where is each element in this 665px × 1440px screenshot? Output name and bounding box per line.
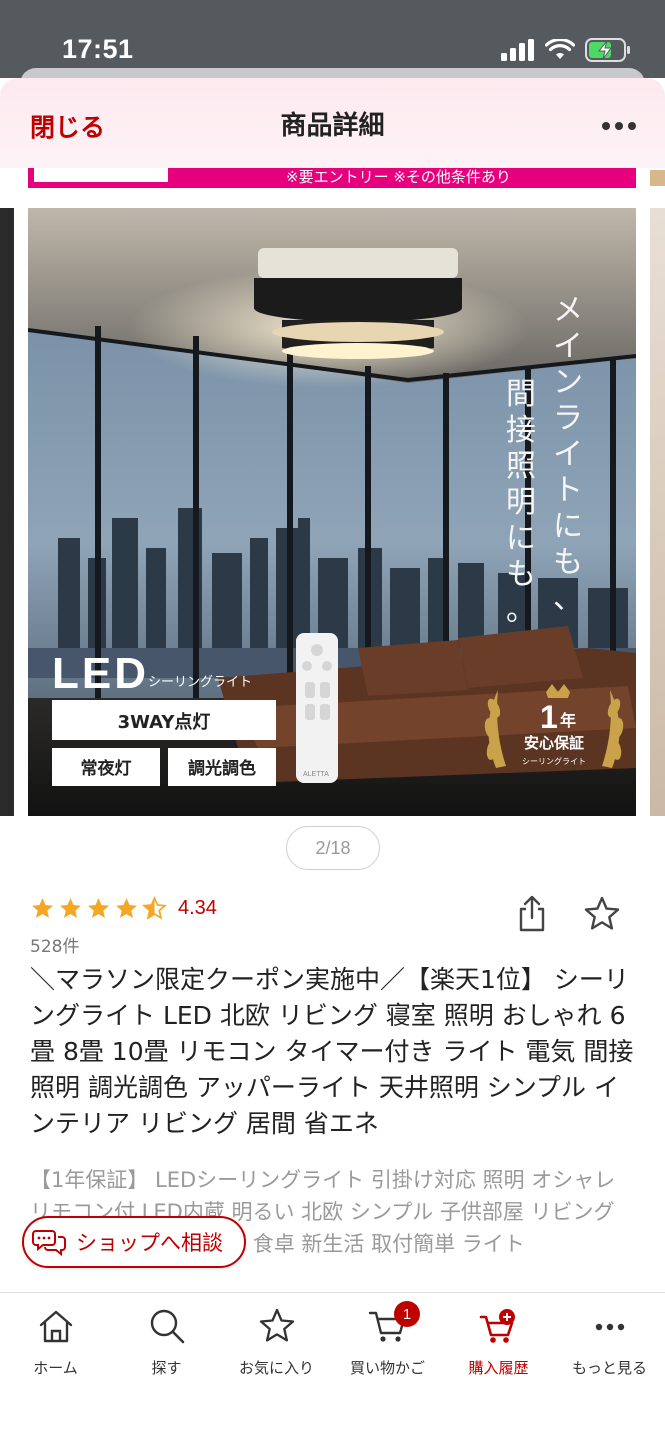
more-options-button[interactable]: [597, 104, 641, 148]
dot-icon: [602, 122, 610, 130]
svg-text:明: 明: [506, 485, 536, 520]
more-icon: [595, 1323, 624, 1331]
svg-text:イ: イ: [553, 437, 583, 472]
svg-text:も: も: [506, 557, 536, 592]
star-full-icon: [116, 898, 137, 918]
svg-text:ン: ン: [553, 365, 583, 400]
tab-home[interactable]: ホーム: [0, 1293, 111, 1393]
promo-banner-box: [34, 166, 168, 182]
wifi-icon: [545, 39, 575, 59]
home-icon: [39, 1310, 72, 1343]
svg-text:、: 、: [553, 581, 583, 616]
promo-banner-text: ※要エントリー ※その他条件あり: [286, 168, 511, 186]
svg-text:安心保証: 安心保証: [524, 734, 584, 752]
chat-bubble-icon: [32, 1230, 66, 1257]
sheet-header: 閉じる 商品詳細: [0, 78, 665, 168]
svg-text:ト: ト: [553, 473, 583, 508]
svg-text:シーリングライト: シーリングライト: [148, 675, 252, 690]
tab-home-label: ホーム: [33, 1359, 78, 1377]
svg-text:メ: メ: [553, 293, 583, 328]
tab-purchase-history-label: 購入履歴: [468, 1359, 529, 1377]
star-full-icon: [32, 898, 53, 918]
battery-charging-icon: [585, 38, 630, 62]
close-button[interactable]: 閉じる: [30, 108, 105, 144]
rating-value: 4.34: [178, 897, 217, 919]
tab-search[interactable]: 探す: [111, 1293, 222, 1393]
product-detail-sheet: ※要エントリー ※その他条件あり 閉じる 商品詳細 ALETTA メ イ ン ラ…: [0, 78, 665, 1440]
share-icon[interactable]: [512, 894, 552, 934]
svg-text:LED: LED: [52, 649, 149, 698]
review-count[interactable]: 528件: [30, 932, 79, 957]
tab-search-label: 探す: [151, 1359, 182, 1377]
page-title: 商品詳細: [280, 110, 385, 141]
tab-cart[interactable]: 1 買い物かご: [332, 1293, 443, 1393]
svg-text:に: に: [553, 509, 583, 544]
tab-more[interactable]: もっと見る: [554, 1293, 665, 1393]
star-icon: [259, 1308, 294, 1342]
image-page-indicator: 2/18: [286, 826, 380, 870]
svg-text:年: 年: [560, 711, 576, 730]
svg-text:イ: イ: [553, 329, 583, 364]
product-image[interactable]: ALETTA メイン ライト にも、 間接照 明にも 。 LED シーリングライ…: [28, 208, 636, 816]
dot-icon: [615, 122, 623, 130]
svg-text:1: 1: [540, 699, 558, 735]
favorite-star-icon[interactable]: [582, 894, 622, 934]
next-banner-peek: [650, 170, 665, 186]
svg-text:も: も: [553, 545, 583, 580]
svg-text:調光調色: 調光調色: [188, 758, 256, 779]
star-half-icon: [142, 896, 167, 920]
svg-text:接: 接: [506, 413, 536, 448]
status-time: 17:51: [62, 34, 134, 64]
bottom-tab-bar: ホーム 探す お気に入り 1 買い物かご 購入履歴 もっと見る: [0, 1292, 665, 1440]
tab-purchase-history[interactable]: 購入履歴: [443, 1293, 554, 1393]
star-full-icon: [88, 898, 109, 918]
shop-consult-button[interactable]: ショップへ相談: [22, 1216, 246, 1268]
svg-text:3WAY点灯: 3WAY点灯: [118, 711, 211, 733]
status-icons: [501, 38, 631, 62]
prev-image-peek[interactable]: [0, 208, 14, 816]
cart-count-badge: 1: [394, 1301, 420, 1327]
star-full-icon: [60, 898, 81, 918]
next-image-peek[interactable]: [650, 208, 665, 816]
product-title: ＼マラソン限定クーポン実施中／【楽天1位】 シーリングライト LED 北欧 リビ…: [30, 965, 634, 1138]
svg-text:ALETTA: ALETTA: [303, 771, 329, 778]
svg-text:シーリングライト: シーリングライト: [522, 756, 586, 766]
tab-favorites[interactable]: お気に入り: [221, 1293, 332, 1393]
status-bar: 17:51: [0, 0, 665, 78]
tab-more-label: もっと見る: [571, 1359, 647, 1377]
product-photo: ALETTA メイン ライト にも、 間接照 明にも 。 LED シーリングライ…: [28, 208, 636, 816]
rating-row[interactable]: 4.34: [30, 896, 217, 921]
svg-text:間: 間: [506, 377, 536, 412]
svg-text:ラ: ラ: [553, 401, 583, 436]
shop-consult-label: ショップへ相談: [76, 1231, 223, 1255]
svg-text:。: 。: [506, 593, 536, 628]
tab-favorites-label: お気に入り: [238, 1359, 314, 1377]
purchase-history-icon: [479, 1309, 515, 1343]
svg-text:照: 照: [506, 449, 536, 484]
promo-banner[interactable]: ※要エントリー ※その他条件あり: [28, 166, 636, 188]
dot-icon: [628, 122, 636, 130]
svg-text:に: に: [506, 521, 536, 556]
tab-cart-label: 買い物かご: [349, 1359, 425, 1377]
signal-icon: [501, 39, 534, 61]
search-icon: [150, 1309, 184, 1344]
svg-text:常夜灯: 常夜灯: [81, 758, 132, 779]
